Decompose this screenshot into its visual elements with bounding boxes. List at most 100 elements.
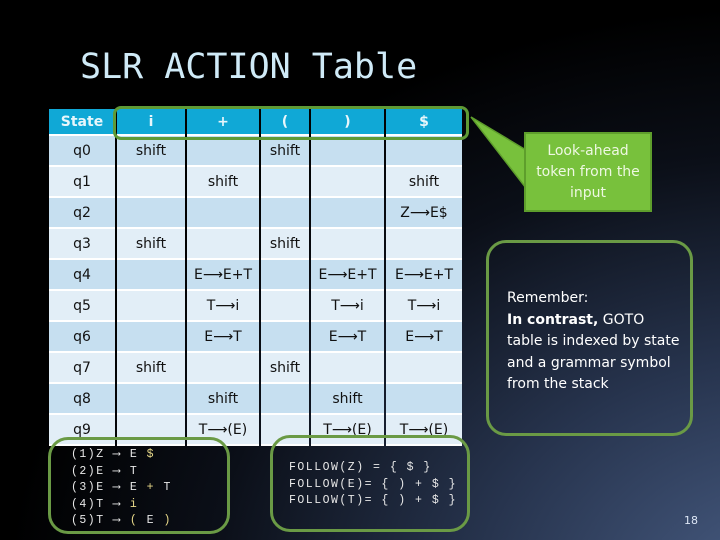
action-cell: shift (187, 167, 259, 198)
table-row: q4 E⟶E+T E⟶E+T E⟶E+T (49, 260, 462, 291)
table-row: q5 T⟶i T⟶i T⟶i (49, 291, 462, 322)
action-cell (261, 167, 309, 198)
rule-symbol: E (146, 514, 164, 527)
action-cell: shift (117, 136, 185, 167)
action-cell (261, 384, 309, 415)
action-cell (187, 136, 259, 167)
rule-symbol: E (129, 448, 147, 461)
rule-prefix: (5)T ⟶ (71, 514, 130, 527)
action-cell (117, 198, 185, 229)
action-cell: shift (187, 384, 259, 415)
header-plus: + (187, 109, 259, 136)
grammar-rules: (1)Z ⟶ E $ (2)E ⟶ T (3)E ⟶ E + T (4)T ⟶ … (71, 447, 227, 530)
state-cell: q8 (49, 384, 115, 415)
table-row: q0 shift shift (49, 136, 462, 167)
state-cell: q7 (49, 353, 115, 384)
action-cell (117, 384, 185, 415)
rule-symbol: T (129, 464, 147, 478)
state-cell: q4 (49, 260, 115, 291)
action-cell: shift (261, 136, 309, 167)
action-cell: E⟶T (311, 322, 384, 353)
table-header-row: State i + ( ) $ (49, 109, 462, 136)
action-cell: E⟶E+T (386, 260, 462, 291)
slide-title: SLR ACTION Table (80, 47, 418, 87)
follow-sets-box: FOLLOW(Z) = { $ } FOLLOW(E)= { ) + $ } F… (270, 435, 470, 532)
header-i: i (117, 109, 185, 136)
action-cell: E⟶T (386, 322, 462, 353)
state-cell: q5 (49, 291, 115, 322)
grammar-rule: (4)T ⟶ i (71, 497, 227, 514)
header-state: State (49, 109, 115, 136)
state-cell: q1 (49, 167, 115, 198)
follow-t: FOLLOW(T)= { ) + $ } (289, 494, 458, 507)
follow-z: FOLLOW(Z) = { $ } (289, 461, 432, 474)
header-lparen: ( (261, 109, 309, 136)
action-cell (311, 229, 384, 260)
action-cell (117, 167, 185, 198)
action-cell (311, 198, 384, 229)
grammar-box: (1)Z ⟶ E $ (2)E ⟶ T (3)E ⟶ E + T (4)T ⟶ … (48, 437, 230, 534)
action-cell: E⟶E+T (311, 260, 384, 291)
action-cell (261, 322, 309, 353)
page-number: 18 (684, 514, 698, 527)
rule-symbol: $ (146, 448, 164, 461)
rule-prefix: (3)E ⟶ (71, 481, 130, 494)
action-cell (311, 167, 384, 198)
action-cell (311, 353, 384, 384)
rule-prefix: (4)T ⟶ (71, 497, 130, 511)
follow-e: FOLLOW(E)= { ) + $ } (289, 477, 458, 491)
action-cell: shift (117, 353, 185, 384)
action-cell (386, 229, 462, 260)
grammar-rule: (3)E ⟶ E + T (71, 480, 227, 497)
remember-bold: In contrast, (507, 311, 599, 328)
header-rparen: ) (311, 109, 384, 136)
header-dollar: $ (386, 109, 462, 136)
table-row: q3 shift shift (49, 229, 462, 260)
action-cell: T⟶i (187, 291, 259, 322)
action-cell: shift (386, 167, 462, 198)
action-cell (187, 229, 259, 260)
action-cell: E⟶E+T (187, 260, 259, 291)
state-cell: q2 (49, 198, 115, 229)
action-cell (117, 322, 185, 353)
state-cell: q0 (49, 136, 115, 167)
action-cell (117, 291, 185, 322)
action-cell (386, 353, 462, 384)
lookahead-callout: Look-ahead token from the input (524, 132, 652, 212)
rule-symbol: E (129, 481, 147, 494)
action-cell: shift (311, 384, 384, 415)
remember-body: In contrast, GOTO table is indexed by st… (507, 310, 680, 396)
action-cell (311, 136, 384, 167)
action-cell (386, 136, 462, 167)
grammar-rule: (5)T ⟶ ( E ) (71, 513, 227, 530)
action-cell (261, 291, 309, 322)
callout-text: Look-ahead token from the input (536, 142, 640, 201)
table-row: q8 shift shift (49, 384, 462, 415)
remember-heading: Remember: (507, 290, 589, 306)
action-cell (187, 198, 259, 229)
rule-symbol: i (129, 497, 147, 511)
action-cell (261, 198, 309, 229)
grammar-rule: (2)E ⟶ T (71, 464, 227, 481)
callout-pointer-shape (470, 116, 527, 191)
grammar-rule: (1)Z ⟶ E $ (71, 447, 227, 464)
table-row: q7 shift shift (49, 353, 462, 384)
action-cell: Z⟶E$ (386, 198, 462, 229)
action-cell (187, 353, 259, 384)
table-row: q6 E⟶T E⟶T E⟶T (49, 322, 462, 353)
action-cell: shift (117, 229, 185, 260)
action-cell (117, 260, 185, 291)
rule-symbol: ) (163, 514, 181, 527)
state-cell: q6 (49, 322, 115, 353)
action-cell: T⟶i (386, 291, 462, 322)
remember-note: Remember: In contrast, GOTO table is ind… (486, 240, 693, 436)
table-row: q1 shift shift (49, 167, 462, 198)
action-cell (386, 384, 462, 415)
rule-prefix: (1)Z ⟶ (71, 448, 130, 461)
slr-action-table: State i + ( ) $ q0 shift shift q1 shift shift… (47, 109, 464, 446)
rule-symbol: + (146, 481, 164, 494)
table-row: q2 Z⟶E$ (49, 198, 462, 229)
action-cell: T⟶i (311, 291, 384, 322)
action-cell: E⟶T (187, 322, 259, 353)
state-cell: q3 (49, 229, 115, 260)
